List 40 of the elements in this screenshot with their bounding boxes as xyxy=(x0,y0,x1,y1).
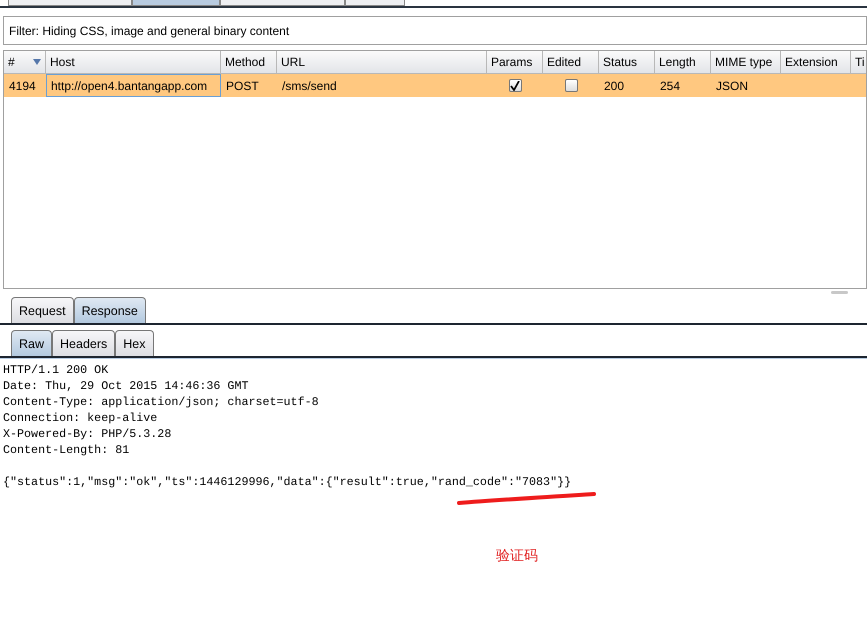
column-header[interactable]: Edited xyxy=(543,51,599,74)
response-line: Content-Length: 81 xyxy=(3,443,130,457)
response-line: Connection: keep-alive xyxy=(3,411,158,425)
tab[interactable]: Request xyxy=(11,297,74,323)
response-line: Content-Type: application/json; charset=utf-8 xyxy=(3,395,319,409)
tab[interactable] xyxy=(132,0,220,6)
filter-bar[interactable]: Filter: Hiding CSS, image and general binary content xyxy=(3,16,867,45)
tab[interactable] xyxy=(220,0,345,6)
response-line: X-Powered-By: PHP/5.3.28 xyxy=(3,427,172,441)
tab[interactable] xyxy=(8,0,132,6)
column-header[interactable]: URL xyxy=(277,51,487,74)
table-cell: 200 xyxy=(604,78,624,92)
column-header[interactable]: Ti xyxy=(851,51,866,74)
checkbox[interactable] xyxy=(564,79,578,92)
column-header[interactable]: Length xyxy=(655,51,711,74)
table-cell: POST xyxy=(226,78,259,92)
table-row[interactable]: 4194 http://open4.bantangapp.com POST /sms/send 200 254 JSON xyxy=(4,74,866,97)
column-header[interactable]: Status xyxy=(599,51,655,74)
response-line: Date: Thu, 29 Oct 2015 14:46:36 GMT xyxy=(3,379,248,393)
table-cell: /sms/send xyxy=(282,78,337,92)
table-cell: 254 xyxy=(660,78,680,92)
tab[interactable]: Response xyxy=(74,297,146,323)
tab[interactable]: Raw xyxy=(11,330,52,356)
column-header[interactable]: Host xyxy=(46,51,221,74)
response-body: {"status":1,"msg":"ok","ts":1446129996,"data":{"result":true,"rand_code":"7083"}} xyxy=(3,475,572,489)
table-cell: 4194 xyxy=(9,78,36,92)
response-line: HTTP/1.1 200 OK xyxy=(3,363,108,377)
column-header[interactable]: Extension xyxy=(781,51,851,74)
checkbox[interactable] xyxy=(508,79,522,92)
column-header[interactable]: # xyxy=(4,51,46,74)
splitter-handle[interactable] xyxy=(831,291,848,294)
annotation-text: 验证码 xyxy=(496,547,538,565)
column-header[interactable]: Method xyxy=(221,51,277,74)
tab[interactable]: Hex xyxy=(115,330,154,356)
tab[interactable] xyxy=(345,0,405,6)
column-header[interactable]: MIME type xyxy=(711,51,781,74)
table-cell: JSON xyxy=(716,78,748,92)
tab[interactable]: Headers xyxy=(52,330,116,356)
table-cell: http://open4.bantangapp.com xyxy=(51,78,208,92)
column-header[interactable]: Params xyxy=(487,51,543,74)
